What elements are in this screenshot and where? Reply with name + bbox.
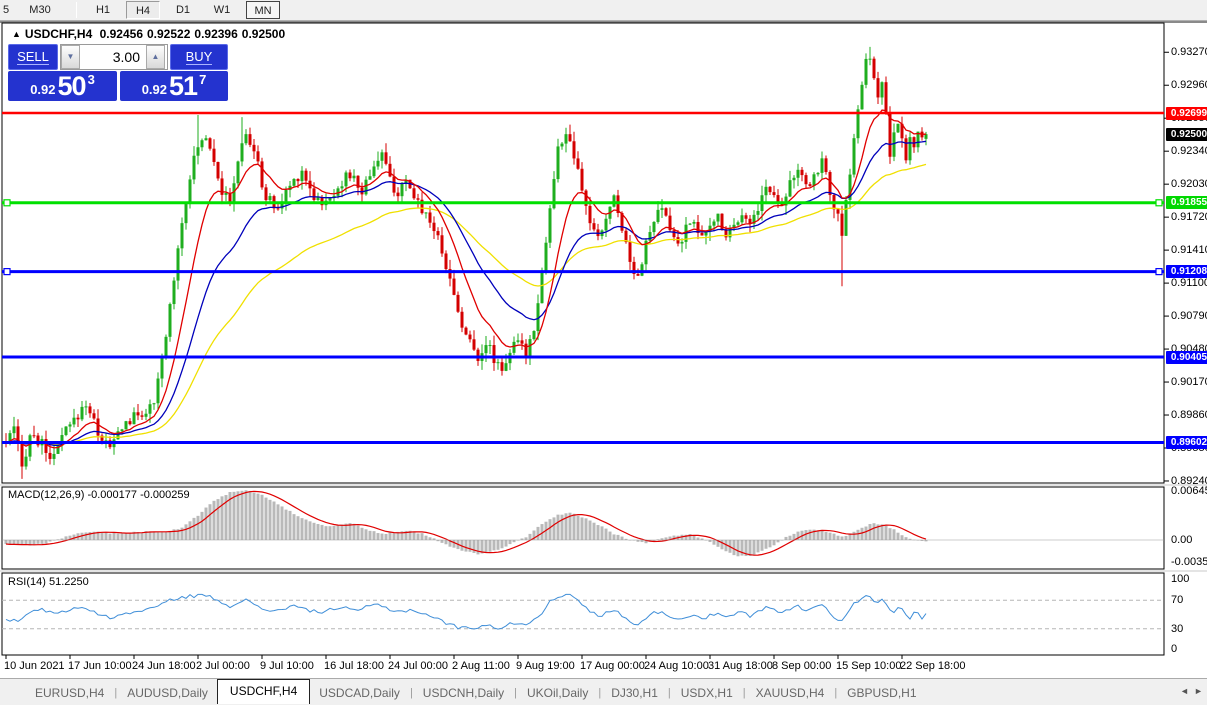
tabs-scroll-right-icon[interactable]: ► <box>1194 686 1203 696</box>
rsi-tick-label: 100 <box>1171 574 1207 585</box>
ohlc-close: 0.92500 <box>242 27 285 41</box>
tab-eurusd[interactable]: EURUSD,H4 <box>26 682 113 704</box>
tab-usdcnh[interactable]: USDCNH,Daily <box>414 682 513 704</box>
tab-audusd[interactable]: AUDUSD,Daily <box>118 682 217 704</box>
one-click-trading-panel: SELL ▼ ▲ BUY 0.92 50 3 0.92 51 7 <box>8 44 228 101</box>
volume-decrease-button[interactable]: ▼ <box>61 45 80 69</box>
bid-price-prefix: 0.92 <box>30 82 55 97</box>
tab-xauusd[interactable]: XAUUSD,H4 <box>747 682 834 704</box>
price-tick-label: 0.91410 <box>1171 245 1207 256</box>
rsi-label: RSI(14) 51.2250 <box>8 576 89 588</box>
price-tick-label: 0.89860 <box>1171 410 1207 421</box>
price-tick-label: 0.92030 <box>1171 179 1207 190</box>
date-label: 24 Jul 00:00 <box>388 660 448 673</box>
ohlc-open: 0.92456 <box>100 27 143 41</box>
blue-line-tag-1: 0.91208 <box>1166 265 1207 278</box>
bid-price-pipette: 3 <box>88 72 95 87</box>
date-label: 22 Sep 18:00 <box>900 660 965 673</box>
date-label: 2 Jul 00:00 <box>196 660 250 673</box>
date-label: 9 Aug 19:00 <box>516 660 575 673</box>
ask-price-pipette: 7 <box>199 72 206 87</box>
tabs-scroll-left-icon[interactable]: ◄ <box>1180 686 1189 696</box>
date-label: 2 Aug 11:00 <box>452 660 510 673</box>
macd-tick-label: -0.003507 <box>1171 557 1207 568</box>
date-label: 17 Jun 10:00 <box>68 660 132 673</box>
rsi-tick-label: 0 <box>1171 644 1207 655</box>
volume-input[interactable] <box>80 45 146 69</box>
date-label: 24 Aug 10:00 <box>644 660 709 673</box>
price-tick-label: 0.91100 <box>1171 278 1207 289</box>
buy-button[interactable]: BUY <box>170 44 228 70</box>
price-tick-label: 0.93270 <box>1171 47 1207 58</box>
chart-tab-bar: EURUSD,H4|AUDUSD,DailyUSDCHF,H4USDCAD,Da… <box>0 678 1207 705</box>
rsi-tick-label: 70 <box>1171 595 1207 606</box>
tab-usdx[interactable]: USDX,H1 <box>672 682 742 704</box>
blue-line-tag-2: 0.90405 <box>1166 351 1207 364</box>
macd-tick-label: 0.00 <box>1171 535 1207 546</box>
green-line-tag: 0.91855 <box>1166 196 1207 209</box>
sell-button-label: SELL <box>17 49 49 65</box>
date-label: 8 Sep 00:00 <box>772 660 831 673</box>
blue-line-tag-3: 0.89602 <box>1166 436 1207 449</box>
chart-tabs: EURUSD,H4|AUDUSD,DailyUSDCHF,H4USDCAD,Da… <box>26 679 926 705</box>
date-label: 31 Aug 18:00 <box>708 660 773 673</box>
tab-usdcad[interactable]: USDCAD,Daily <box>310 682 409 704</box>
sell-button[interactable]: SELL <box>8 44 58 70</box>
rsi-tick-label: 30 <box>1171 624 1207 635</box>
macd-tick-label: 0.006451 <box>1171 486 1207 497</box>
price-tick-label: 0.90790 <box>1171 311 1207 322</box>
price-tick-label: 0.90170 <box>1171 377 1207 388</box>
buy-button-label: BUY <box>186 49 213 65</box>
date-label: 15 Sep 10:00 <box>836 660 901 673</box>
volume-stepper: ▼ ▲ <box>60 44 168 70</box>
bid-price-tag: 0.92500 <box>1166 128 1207 141</box>
ask-price-prefix: 0.92 <box>142 82 167 97</box>
date-label: 9 Jul 10:00 <box>260 660 314 673</box>
symbol-period-label: USDCHF,H4 <box>25 27 92 41</box>
date-label: 17 Aug 00:00 <box>580 660 645 673</box>
bid-price-main: 50 <box>58 73 86 99</box>
bid-price-button[interactable]: 0.92 50 3 <box>8 71 117 101</box>
chart-title: ▲ USDCHF,H4 0.92456 0.92522 0.92396 0.92500 <box>12 27 289 41</box>
tab-usdchf[interactable]: USDCHF,H4 <box>217 679 310 704</box>
date-label: 24 Jun 18:00 <box>132 660 196 673</box>
chart-canvas[interactable] <box>0 0 1207 705</box>
ask-price-button[interactable]: 0.92 51 7 <box>120 71 228 101</box>
mt4-terminal: { "toolbar": { "buttons": [ {"label": "5… <box>0 0 1207 705</box>
tab-ukoil[interactable]: UKOil,Daily <box>518 682 597 704</box>
tab-dj30[interactable]: DJ30,H1 <box>602 682 667 704</box>
ask-price-main: 51 <box>169 73 197 99</box>
ohlc-low: 0.92396 <box>194 27 237 41</box>
volume-increase-button[interactable]: ▲ <box>146 45 165 69</box>
ohlc-high: 0.92522 <box>147 27 190 41</box>
price-tick-label: 0.92960 <box>1171 80 1207 91</box>
macd-label: MACD(12,26,9) -0.000177 -0.000259 <box>8 489 190 501</box>
date-label: 16 Jul 18:00 <box>324 660 384 673</box>
date-label: 10 Jun 2021 <box>4 660 65 673</box>
tab-gbpusd[interactable]: GBPUSD,H1 <box>838 682 925 704</box>
collapse-arrow-icon: ▲ <box>12 29 21 39</box>
resistance-line-tag: 0.92699 <box>1166 107 1207 120</box>
price-tick-label: 0.92340 <box>1171 146 1207 157</box>
price-tick-label: 0.91720 <box>1171 212 1207 223</box>
